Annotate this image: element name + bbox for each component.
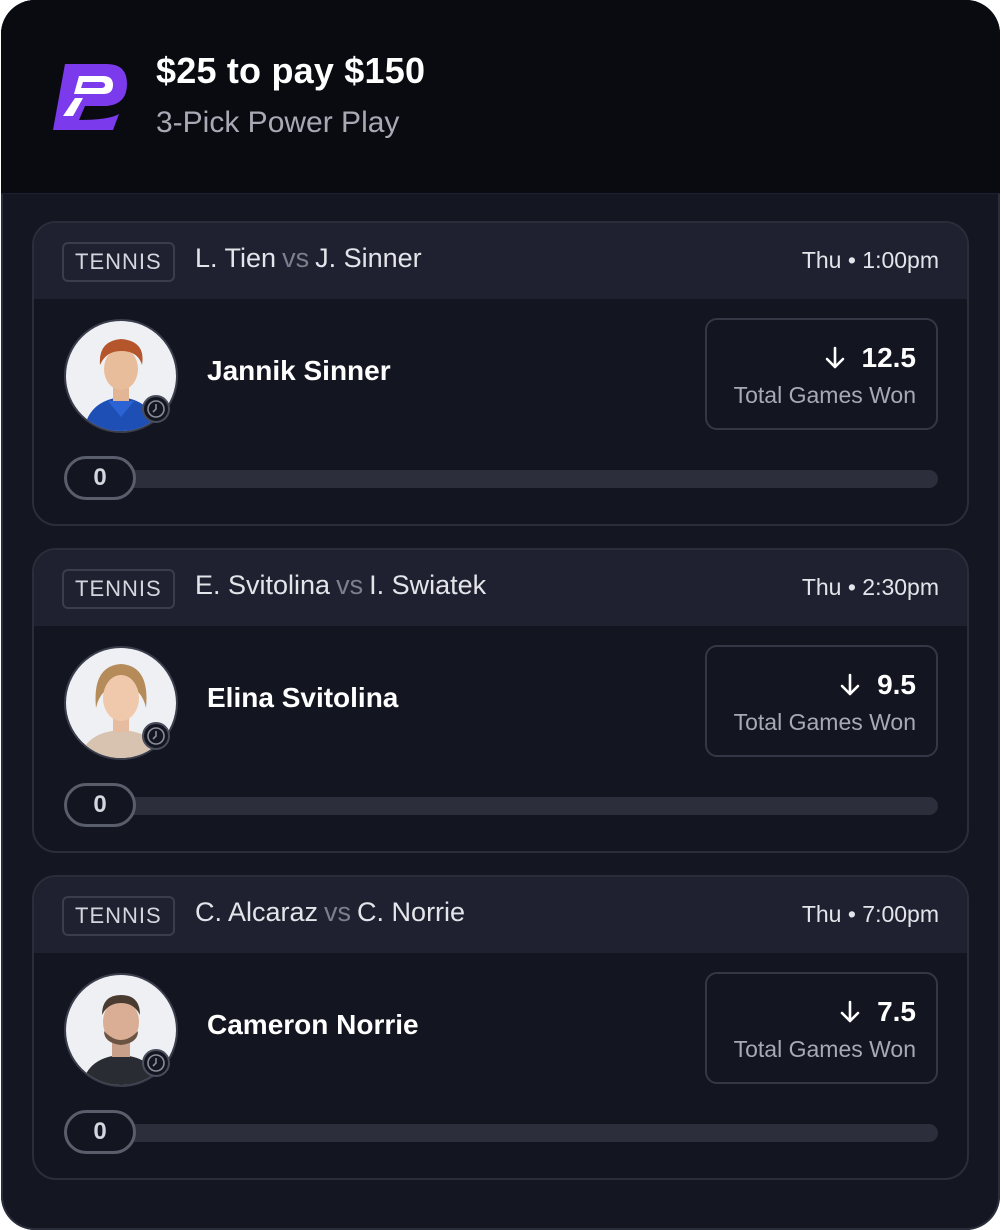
line-value: 12.5 bbox=[861, 342, 917, 373]
stat-type: Total Games Won bbox=[733, 1036, 916, 1062]
player-avatar bbox=[64, 646, 178, 760]
lineup-card: $25 to pay $150 3-Pick Power Play TENNIS… bbox=[1, 0, 1000, 1230]
arrow-down-icon bbox=[840, 673, 860, 696]
vs-label: vs bbox=[324, 897, 352, 927]
pick-card-header: TENNIS E. Svitolina vs I. Swiatek Thu • 2:… bbox=[34, 550, 967, 626]
matchup: E. Svitolina vs I. Swiatek bbox=[195, 570, 486, 601]
game-time: Thu • 2:30pm bbox=[801, 574, 939, 600]
pick-card-header: TENNIS C. Alcaraz vs C. Norrie Thu • 7:00p… bbox=[34, 877, 967, 953]
clock-icon bbox=[142, 395, 170, 423]
progress-value: 0 bbox=[64, 456, 136, 500]
game-time: Thu • 7:00pm bbox=[801, 901, 939, 927]
pick-card[interactable]: TENNIS C. Alcaraz vs C. Norrie Thu • 7:00p… bbox=[32, 875, 969, 1180]
team-a: C. Alcaraz bbox=[195, 897, 319, 927]
sport-badge: TENNIS bbox=[62, 242, 175, 282]
team-a: E. Svitolina bbox=[195, 570, 331, 600]
line-value: 7.5 bbox=[877, 996, 916, 1027]
vs-label: vs bbox=[336, 570, 364, 600]
team-b: I. Swiatek bbox=[369, 570, 487, 600]
clock-icon bbox=[142, 722, 170, 750]
player-name: Cameron Norrie bbox=[207, 1009, 419, 1040]
team-b: J. Sinner bbox=[315, 243, 422, 273]
arrow-down-icon bbox=[825, 346, 844, 369]
prizepicks-logo-icon bbox=[53, 64, 127, 130]
game-time: Thu • 1:00pm bbox=[801, 247, 939, 273]
sport-badge: TENNIS bbox=[62, 569, 175, 609]
progress-value: 0 bbox=[64, 1110, 136, 1154]
stat-type: Total Games Won bbox=[733, 382, 916, 408]
pick-card[interactable]: TENNIS E. Svitolina vs I. Swiatek Thu • 2:… bbox=[32, 548, 969, 853]
player-name: Elina Svitolina bbox=[207, 682, 399, 713]
projection-line: 7.5 bbox=[837, 996, 916, 1028]
projection-line: 9.5 bbox=[837, 669, 916, 701]
projection-box[interactable]: 7.5 Total Games Won bbox=[705, 972, 938, 1084]
projection-line: 12.5 bbox=[822, 342, 917, 374]
progress-value: 0 bbox=[64, 783, 136, 827]
play-type: 3-Pick Power Play bbox=[156, 106, 400, 139]
sport-badge: TENNIS bbox=[62, 896, 175, 936]
vs-label: vs bbox=[282, 243, 310, 273]
player-avatar bbox=[64, 319, 178, 433]
line-value: 9.5 bbox=[877, 669, 916, 700]
progress-bar bbox=[84, 797, 938, 815]
arrow-down-icon bbox=[840, 1000, 860, 1023]
player-name: Jannik Sinner bbox=[207, 355, 391, 386]
matchup: L. Tien vs J. Sinner bbox=[195, 243, 422, 274]
progress-bar bbox=[84, 1124, 938, 1142]
pick-card-header: TENNIS L. Tien vs J. Sinner Thu • 1:00pm bbox=[34, 223, 967, 299]
team-b: C. Norrie bbox=[357, 897, 466, 927]
pick-card[interactable]: TENNIS L. TienvsJ. Sinner Thu • 1:00pm bbox=[32, 221, 969, 526]
stat-type: Total Games Won bbox=[733, 709, 916, 735]
projection-box[interactable]: 12.5 Total Games Won bbox=[705, 318, 938, 430]
team-a: L. Tien bbox=[195, 243, 277, 273]
projection-box[interactable]: 9.5 Total Games Won bbox=[705, 645, 938, 757]
progress-bar bbox=[84, 470, 938, 488]
player-avatar bbox=[64, 973, 178, 1087]
payout-summary: $25 to pay $150 bbox=[156, 50, 426, 91]
matchup: C. Alcaraz vs C. Norrie bbox=[195, 897, 465, 928]
lineup-header: $25 to pay $150 3-Pick Power Play bbox=[1, 0, 1000, 194]
clock-icon bbox=[142, 1049, 170, 1077]
